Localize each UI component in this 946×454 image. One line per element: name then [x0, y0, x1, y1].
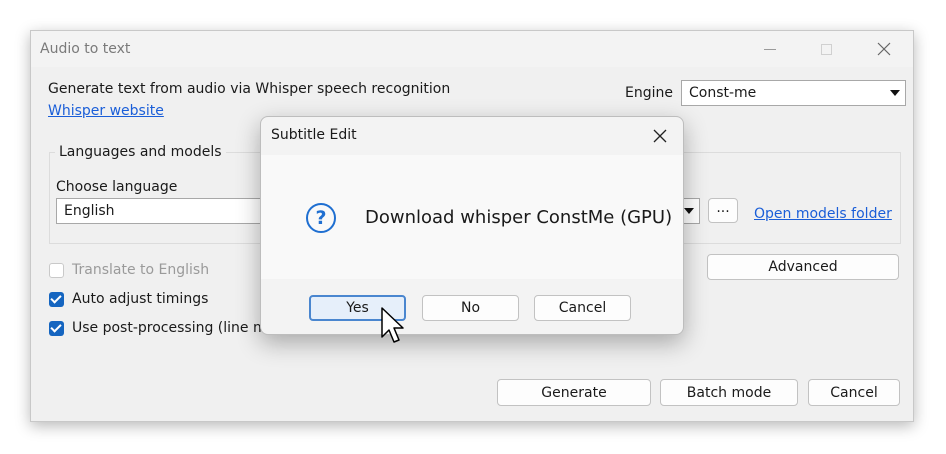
post-processing-checkbox[interactable]: [49, 321, 64, 336]
window-title: Audio to text: [40, 41, 131, 57]
chevron-down-icon: [684, 208, 694, 214]
translate-checkbox[interactable]: [49, 263, 64, 278]
batch-mode-button[interactable]: Batch mode: [660, 379, 798, 406]
engine-select-value: Const-me: [689, 85, 757, 101]
auto-adjust-label: Auto adjust timings: [72, 291, 209, 307]
chevron-down-icon: [890, 90, 900, 96]
browse-models-button[interactable]: ...: [708, 198, 738, 223]
advanced-button[interactable]: Advanced: [707, 254, 899, 280]
title-bar: Audio to text: [31, 31, 913, 67]
maximize-button[interactable]: [803, 31, 849, 67]
close-icon: [877, 42, 891, 56]
language-select-value: English: [64, 203, 115, 219]
mouse-pointer-icon: [381, 307, 404, 343]
dialog-message: Download whisper ConstMe (GPU): [365, 207, 673, 228]
dialog-body: ? Download whisper ConstMe (GPU): [261, 155, 683, 279]
post-processing-label: Use post-processing (line me: [72, 320, 276, 336]
engine-select[interactable]: Const-me: [681, 80, 906, 106]
group-label: Languages and models: [55, 144, 226, 160]
choose-language-label: Choose language: [56, 179, 178, 195]
no-button[interactable]: No: [422, 295, 519, 321]
open-models-folder-link[interactable]: Open models folder: [754, 206, 892, 222]
description-text: Generate text from audio via Whisper spe…: [48, 81, 451, 97]
generate-button[interactable]: Generate: [497, 379, 651, 406]
cancel-button[interactable]: Cancel: [808, 379, 900, 406]
dialog-cancel-button[interactable]: Cancel: [534, 295, 631, 321]
subtitle-edit-dialog: Subtitle Edit ? Download whisper ConstMe…: [260, 116, 684, 335]
close-icon: [653, 129, 667, 143]
question-icon: ?: [306, 203, 336, 233]
whisper-website-link[interactable]: Whisper website: [48, 103, 164, 119]
minimize-button[interactable]: [747, 31, 793, 67]
dialog-close-button[interactable]: [643, 121, 677, 151]
close-button[interactable]: [861, 31, 907, 67]
maximize-icon: [820, 43, 832, 55]
dialog-title: Subtitle Edit: [271, 127, 357, 143]
translate-label: Translate to English: [72, 262, 210, 278]
engine-label: Engine: [625, 85, 673, 101]
auto-adjust-checkbox[interactable]: [49, 292, 64, 307]
minimize-icon: [764, 48, 776, 50]
